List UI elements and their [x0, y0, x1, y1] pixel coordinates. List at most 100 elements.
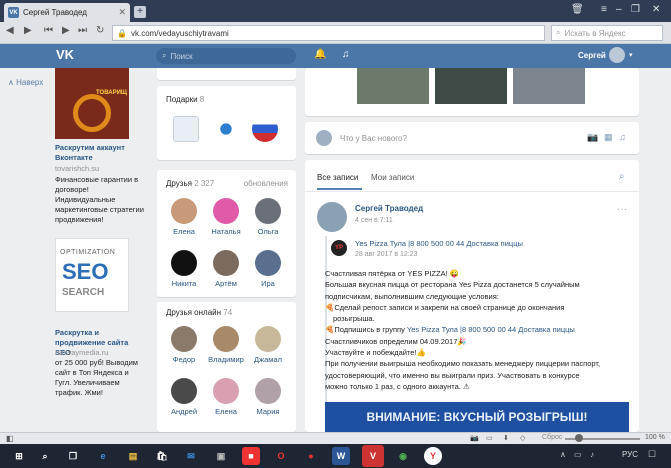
- url-input[interactable]: 🔒 vk.com/vedayuschiytravami: [112, 25, 545, 41]
- prev-track-icon[interactable]: ⏮: [44, 25, 53, 36]
- online-title[interactable]: Друзья онлайн: [166, 308, 221, 317]
- photo-thumb[interactable]: [357, 68, 429, 104]
- forward-arrow-icon[interactable]: ▶: [24, 25, 32, 36]
- minimize-icon[interactable]: –: [616, 4, 622, 15]
- ad-image-seo[interactable]: OPTIMIZATION SEO SEARCH: [55, 238, 129, 312]
- friends-updates-link[interactable]: обновления: [244, 179, 288, 188]
- group-link[interactable]: Yes Pizza Тула |8 800 500 00 44 Доставка…: [407, 325, 575, 334]
- new-tab-button[interactable]: +: [134, 6, 146, 18]
- gift-spinner-icon[interactable]: [213, 116, 239, 142]
- tab-close-icon[interactable]: ✕: [118, 7, 126, 18]
- friend-item[interactable]: Мария: [248, 378, 288, 416]
- search-icon[interactable]: ⌕: [619, 171, 625, 182]
- trash-icon[interactable]: 🗑: [571, 4, 584, 15]
- edge-icon[interactable]: e: [94, 447, 112, 465]
- photo-thumb[interactable]: [513, 68, 585, 104]
- sidebar-toggle-icon[interactable]: ◧: [6, 434, 14, 443]
- keyboard-language[interactable]: РУС: [622, 450, 638, 459]
- friend-item[interactable]: Джамал: [248, 326, 288, 364]
- camera-icon[interactable]: 📷: [470, 434, 479, 442]
- post-line: подписчикам, выполнившим следующие услов…: [325, 291, 499, 301]
- friends-count: 2 327: [194, 179, 215, 188]
- friend-item[interactable]: Ира: [248, 250, 288, 288]
- zoom-reset-label[interactable]: Сброс: [542, 434, 562, 441]
- vk-logo[interactable]: VK: [56, 47, 74, 62]
- back-arrow-icon[interactable]: ◀: [6, 25, 14, 36]
- post-menu-icon[interactable]: ···: [617, 204, 627, 215]
- avatar: [171, 198, 197, 224]
- word-icon[interactable]: W: [332, 447, 350, 465]
- gifts-panel[interactable]: Подарки 8: [157, 86, 296, 160]
- yandex-icon[interactable]: Y: [424, 447, 442, 465]
- bell-icon[interactable]: 🔔: [314, 49, 326, 60]
- friend-item[interactable]: Федор: [164, 326, 204, 364]
- online-friends-panel: Друзья онлайн 74 Федор Владимир Джамал А…: [157, 302, 296, 432]
- download-icon[interactable]: ⬇: [503, 434, 509, 442]
- tab-my-posts[interactable]: Мои записи: [371, 173, 414, 182]
- tab-all-posts[interactable]: Все записи: [317, 173, 358, 182]
- avatar[interactable]: [317, 202, 347, 232]
- ad-image-tovarishch[interactable]: ТОВАРИЩ: [55, 68, 129, 139]
- friend-item[interactable]: Владимир: [206, 326, 246, 364]
- post-date[interactable]: 4 сен в 7:11: [355, 217, 393, 224]
- post-line: 🍕Подпишись в группу: [325, 325, 405, 335]
- gift-calendar-icon[interactable]: [173, 116, 199, 142]
- friend-item[interactable]: Елена: [206, 378, 246, 416]
- music-icon[interactable]: ♫: [342, 49, 350, 60]
- menu-icon[interactable]: ≡: [601, 4, 607, 15]
- vivaldi-icon[interactable]: V: [362, 445, 384, 467]
- task-view-icon[interactable]: ❐: [64, 447, 82, 465]
- tray-network-icon[interactable]: ▭: [574, 450, 582, 459]
- friends-title[interactable]: Друзья: [166, 179, 192, 188]
- bag-icon[interactable]: ▣: [212, 447, 230, 465]
- avatar[interactable]: [609, 47, 625, 63]
- post-banner-image[interactable]: ВНИМАНИЕ: ВКУСНЫЙ РОЗЫГРЫШ!: [325, 402, 629, 432]
- chrome-icon[interactable]: ◉: [394, 447, 412, 465]
- post-author[interactable]: Сергей Траводед: [355, 204, 423, 213]
- camera-icon[interactable]: 📷: [587, 132, 598, 143]
- avatar[interactable]: YP: [331, 240, 347, 256]
- photo-thumb[interactable]: [435, 68, 507, 104]
- friend-item[interactable]: Наталья: [206, 198, 246, 236]
- zoom-slider-handle[interactable]: [575, 434, 583, 442]
- notifications-icon[interactable]: ☐: [648, 449, 656, 460]
- tray-chevron-icon[interactable]: ∧: [560, 450, 566, 459]
- friend-item[interactable]: Ольга: [248, 198, 288, 236]
- vk-user-name[interactable]: Сергей: [578, 51, 606, 60]
- music-icon[interactable]: ♫: [619, 132, 626, 142]
- gift-heart-icon[interactable]: [252, 116, 278, 142]
- avatar: [213, 378, 239, 404]
- folder-icon[interactable]: ▤: [124, 447, 142, 465]
- composer-panel[interactable]: Что у Вас нового? 📷 ▦ ♫: [305, 122, 639, 154]
- media-player-icon[interactable]: ●: [302, 447, 320, 465]
- reload-icon[interactable]: ↻: [96, 25, 104, 36]
- friend-item[interactable]: Андрей: [164, 378, 204, 416]
- next-track-icon[interactable]: ⏭: [78, 25, 87, 36]
- friend-item[interactable]: Елена: [164, 198, 204, 236]
- repost-author[interactable]: Yes Pizza Тула |8 800 500 00 44 Доставка…: [355, 239, 523, 248]
- opera-icon[interactable]: O: [272, 447, 290, 465]
- play-icon[interactable]: ▶: [62, 25, 70, 36]
- video-icon[interactable]: ▦: [604, 132, 613, 143]
- mail-icon[interactable]: ✉: [182, 447, 200, 465]
- browser-tab[interactable]: VK Сергей Траводед ✕: [4, 3, 130, 22]
- app-red-icon[interactable]: ■: [242, 447, 260, 465]
- search-icon[interactable]: ⌕: [36, 447, 54, 465]
- avatar: [213, 198, 239, 224]
- composer-placeholder[interactable]: Что у Вас нового?: [340, 134, 407, 143]
- window-icon[interactable]: ▭: [486, 434, 493, 442]
- close-window-icon[interactable]: ✕: [652, 4, 660, 15]
- scroll-top-link[interactable]: ∧ Наверх: [8, 78, 43, 87]
- ad-title[interactable]: Раскрутим аккаунт Вконтакте: [55, 143, 145, 163]
- store-icon[interactable]: 🛍: [153, 447, 171, 465]
- code-icon[interactable]: ◇: [520, 434, 525, 442]
- restore-icon[interactable]: ❐: [631, 4, 640, 15]
- windows-start-icon[interactable]: ⊞: [10, 447, 28, 465]
- chevron-down-icon[interactable]: ▾: [629, 51, 633, 59]
- repost-date[interactable]: 28 авг 2017 в 12:23: [355, 251, 418, 258]
- friend-item[interactable]: Артём: [206, 250, 246, 288]
- yandex-search-input[interactable]: ⌕ Искать в Яндекс: [551, 25, 663, 41]
- vk-search-input[interactable]: ⌕ Поиск: [156, 48, 296, 64]
- friend-item[interactable]: Никита: [164, 250, 204, 288]
- tray-volume-icon[interactable]: ♪: [590, 450, 594, 459]
